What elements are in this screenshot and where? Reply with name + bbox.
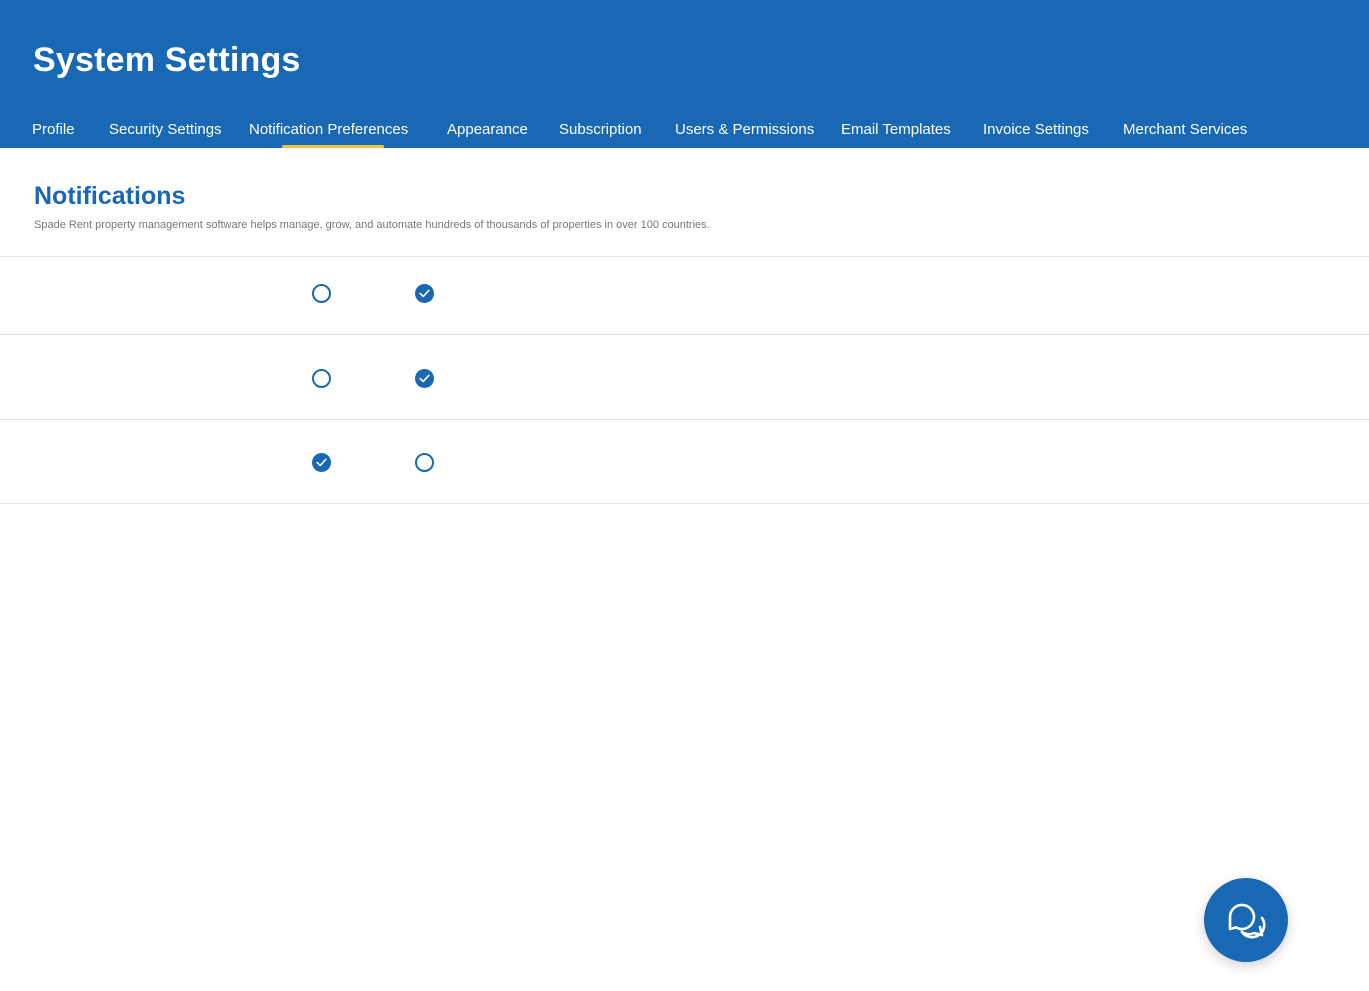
tab-users-permissions[interactable]: Users & Permissions: [675, 120, 814, 140]
row-option-2-radio[interactable]: [415, 284, 434, 303]
tab-profile[interactable]: Profile: [32, 120, 75, 140]
divider: [0, 419, 1369, 420]
chat-button[interactable]: [1204, 878, 1288, 962]
tab-security-settings[interactable]: Security Settings: [109, 120, 222, 140]
check-icon: [316, 458, 327, 467]
tab-notification-preferences[interactable]: Notification Preferences: [249, 120, 408, 140]
section-title: Notifications: [34, 182, 186, 210]
tab-email-templates[interactable]: Email Templates: [841, 120, 951, 140]
check-icon: [419, 374, 430, 383]
row-option-1-radio[interactable]: [312, 284, 331, 303]
divider: [0, 256, 1369, 257]
tab-invoice-settings[interactable]: Invoice Settings: [983, 120, 1089, 140]
row-option-2-radio[interactable]: [415, 369, 434, 388]
page-title: System Settings: [33, 41, 301, 79]
check-icon: [419, 289, 430, 298]
row-option-1-radio[interactable]: [312, 453, 331, 472]
chat-bubbles-icon: [1228, 903, 1266, 939]
divider: [0, 503, 1369, 504]
divider: [0, 334, 1369, 335]
row-option-2-radio[interactable]: [415, 453, 434, 472]
active-tab-indicator: [282, 145, 384, 148]
row-option-1-radio[interactable]: [312, 369, 331, 388]
section-description: Spade Rent property management software …: [34, 219, 710, 231]
tab-merchant-services[interactable]: Merchant Services: [1123, 120, 1247, 140]
header-bar: System Settings Profile Security Setting…: [0, 0, 1369, 148]
tab-appearance[interactable]: Appearance: [447, 120, 528, 140]
tab-subscription[interactable]: Subscription: [559, 120, 642, 140]
